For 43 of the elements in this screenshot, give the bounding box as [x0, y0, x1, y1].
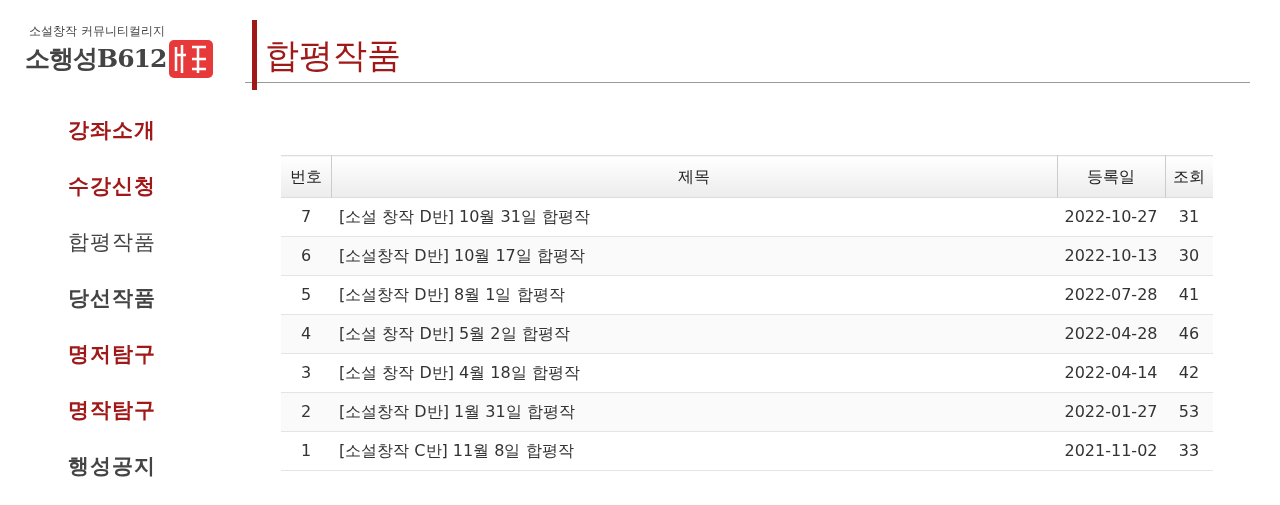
table-cell: 2022-04-14: [1057, 353, 1165, 393]
table-cell: 42: [1165, 353, 1213, 393]
table-cell: 6: [281, 236, 331, 276]
sidebar-item[interactable]: 명저탐구: [68, 337, 156, 371]
table-cell: 53: [1165, 392, 1213, 432]
table-cell: 4: [281, 314, 331, 354]
post-title-link[interactable]: [소설창작 D반] 10월 17일 합평작: [331, 236, 1057, 276]
table-cell: 2022-07-28: [1057, 275, 1165, 315]
table-cell: 3: [281, 353, 331, 393]
table-cell: 2022-10-27: [1057, 197, 1165, 237]
table-cell: 2022-01-27: [1057, 392, 1165, 432]
post-title-link[interactable]: [소설창작 D반] 8월 1일 합평작: [331, 275, 1057, 315]
column-header: 제목: [331, 155, 1057, 198]
post-title-link[interactable]: [소설 창작 D반] 10월 31일 합평작: [331, 197, 1057, 237]
column-header: 등록일: [1057, 155, 1165, 198]
stamp-icon: [168, 39, 215, 79]
table-cell: 2: [281, 392, 331, 432]
post-title-link[interactable]: [소설 창작 D반] 5월 2일 합평작: [331, 314, 1057, 354]
column-header: 조회: [1165, 155, 1213, 198]
post-title-link[interactable]: [소설 창작 D반] 4월 18일 합평작: [331, 353, 1057, 393]
table-cell: 5: [281, 275, 331, 315]
sidebar-item[interactable]: 명작탐구: [68, 393, 156, 427]
page-title: 합평작품: [265, 35, 401, 75]
sidebar-item[interactable]: 합평작품: [68, 225, 156, 259]
table-cell: 7: [281, 197, 331, 237]
sidebar-item[interactable]: 행성공지: [68, 449, 156, 483]
sidebar-item[interactable]: 당선작품: [68, 281, 156, 315]
table-cell: 31: [1165, 197, 1213, 237]
table-cell: 2022-10-13: [1057, 236, 1165, 276]
column-header: 번호: [281, 155, 331, 198]
table-cell: 46: [1165, 314, 1213, 354]
table-cell: 33: [1165, 431, 1213, 471]
table-cell: 1: [281, 431, 331, 471]
table-cell: 41: [1165, 275, 1213, 315]
logo-name: 소행성B612: [25, 43, 167, 75]
sidebar-item[interactable]: 강좌소개: [68, 113, 156, 147]
table-cell: 2021-11-02: [1057, 431, 1165, 471]
table-cell: 2022-04-28: [1057, 314, 1165, 354]
sidebar-item[interactable]: 수강신청: [68, 169, 156, 203]
logo-tagline: 소설창작 커뮤니티컬리지: [28, 23, 166, 39]
post-title-link[interactable]: [소설창작 D반] 1월 31일 합평작: [331, 392, 1057, 432]
post-title-link[interactable]: [소설창작 C반] 11월 8일 합평작: [331, 431, 1057, 471]
table-cell: 30: [1165, 236, 1213, 276]
